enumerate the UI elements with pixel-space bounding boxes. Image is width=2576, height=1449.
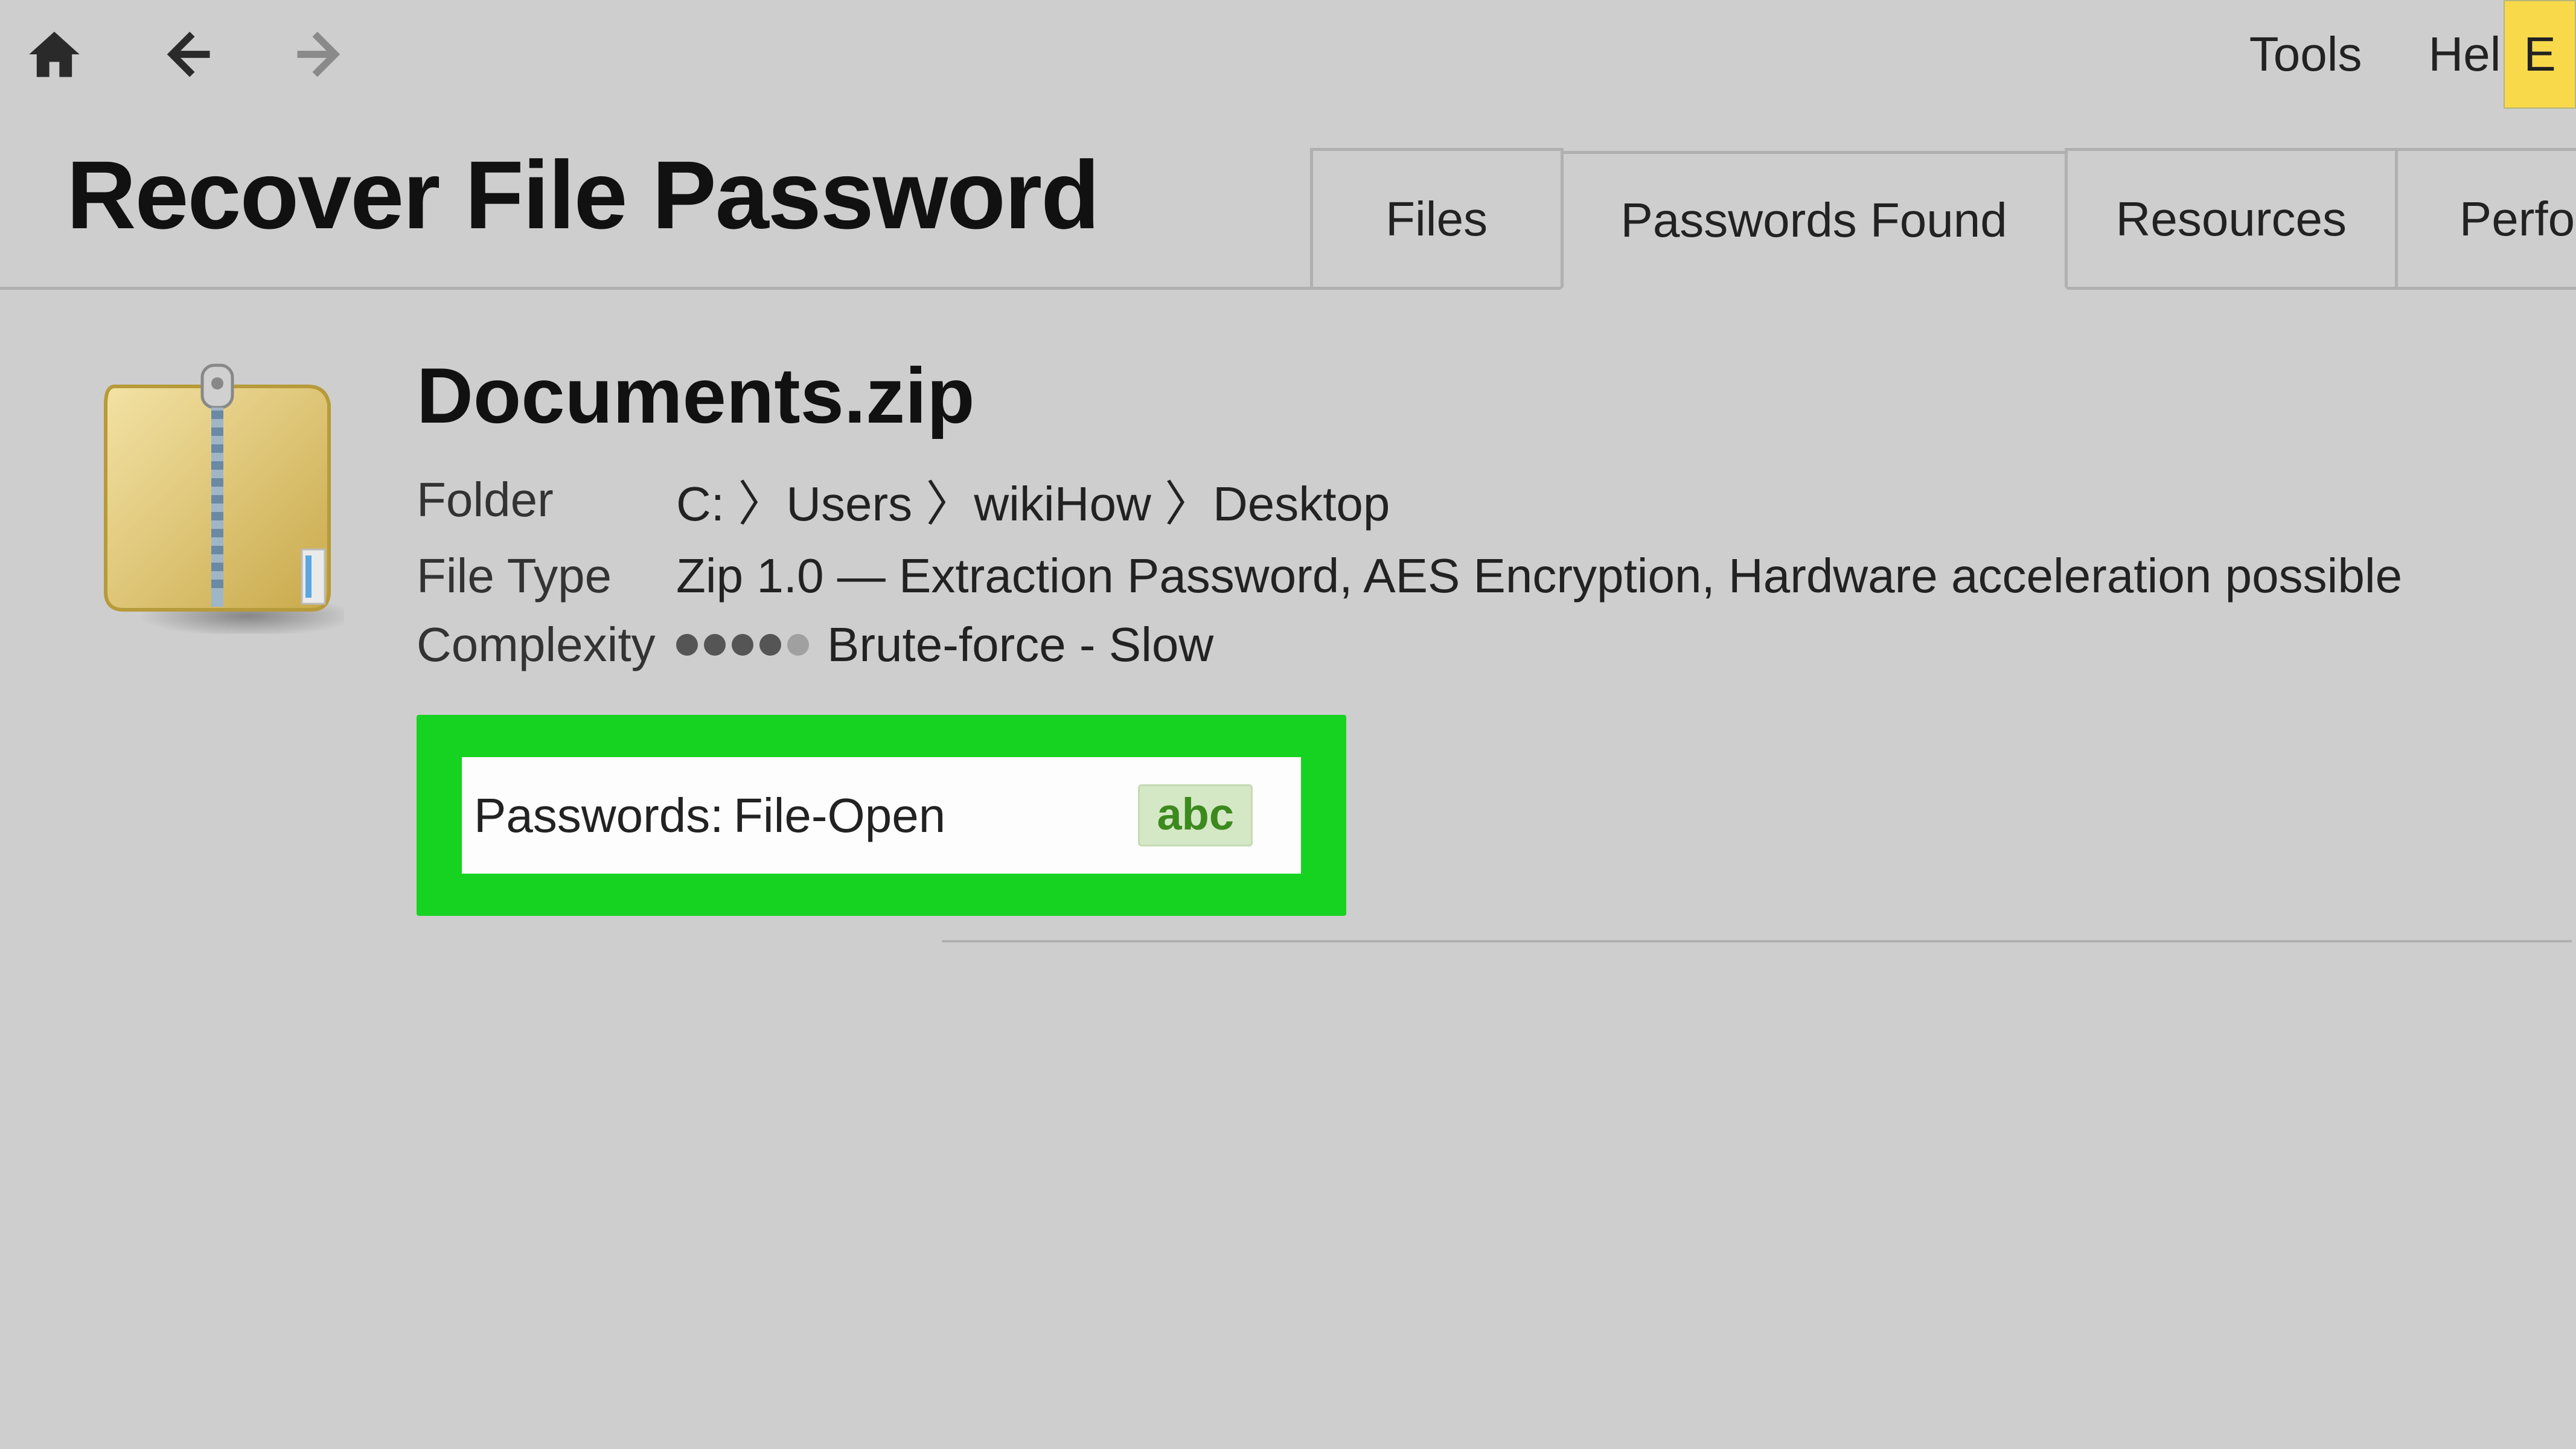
forward-icon[interactable]	[290, 24, 350, 85]
tab-label: Resources	[2116, 191, 2347, 247]
yellow-button[interactable]: E	[2504, 0, 2576, 109]
dot-icon	[676, 634, 698, 656]
abc-badge[interactable]: abc	[1138, 784, 1253, 846]
tab-resources[interactable]: Resources	[2065, 148, 2398, 287]
file-name: Documents.zip	[417, 350, 2510, 441]
yellow-button-label: E	[2523, 27, 2555, 82]
info-row-complexity: Complexity Brute-force - Slow	[417, 617, 2510, 673]
app-window: Tools Help E Recover File Password Files…	[0, 0, 2576, 1449]
passwords-highlight-box: Passwords: File-Open abc	[417, 715, 1346, 916]
menu-tools[interactable]: Tools	[2249, 27, 2362, 82]
filetype-value: Zip 1.0 — Extraction Password, AES Encry…	[676, 548, 2402, 604]
home-icon[interactable]	[24, 24, 85, 85]
back-icon[interactable]	[157, 24, 217, 85]
tab-passwords-found[interactable]: Passwords Found	[1561, 151, 2068, 290]
tabs: Files Passwords Found Resources Perfo	[1313, 109, 2576, 287]
content: Documents.zip Folder C: 〉Users 〉wikiHow …	[0, 290, 2576, 916]
folder-value: C: 〉Users 〉wikiHow 〉Desktop	[676, 465, 1390, 535]
tab-label: Passwords Found	[1620, 193, 2007, 248]
info-row-folder: Folder C: 〉Users 〉wikiHow 〉Desktop	[417, 465, 2510, 535]
dot-icon	[787, 634, 809, 656]
folder-label: Folder	[417, 472, 676, 528]
toolbar: Tools Help E	[0, 0, 2576, 109]
file-info: Documents.zip Folder C: 〉Users 〉wikiHow …	[417, 350, 2510, 916]
complexity-value-wrap: Brute-force - Slow	[676, 617, 1213, 673]
tab-files[interactable]: Files	[1310, 148, 1564, 287]
filetype-label: File Type	[417, 548, 676, 604]
tab-performance[interactable]: Perfo	[2395, 148, 2576, 287]
dot-icon	[704, 634, 726, 656]
dot-icon	[732, 634, 753, 656]
separator-line	[942, 940, 2572, 942]
passwords-label: Passwords:	[474, 788, 733, 843]
complexity-value: Brute-force - Slow	[827, 617, 1213, 673]
passwords-value: File-Open	[733, 788, 1138, 843]
info-row-filetype: File Type Zip 1.0 — Extraction Password,…	[417, 548, 2510, 604]
passwords-row: Passwords: File-Open abc	[462, 757, 1301, 874]
tab-label: Files	[1385, 191, 1488, 247]
complexity-dots	[676, 634, 809, 656]
title-row: Recover File Password Files Passwords Fo…	[0, 109, 2576, 290]
nav-buttons	[24, 24, 350, 85]
dot-icon	[759, 634, 781, 656]
page-title: Recover File Password	[66, 139, 1099, 287]
toolbar-menu: Tools Help	[2249, 27, 2528, 82]
zip-file-icon	[91, 350, 344, 634]
tab-label: Perfo	[2459, 191, 2575, 247]
complexity-label: Complexity	[417, 617, 676, 673]
